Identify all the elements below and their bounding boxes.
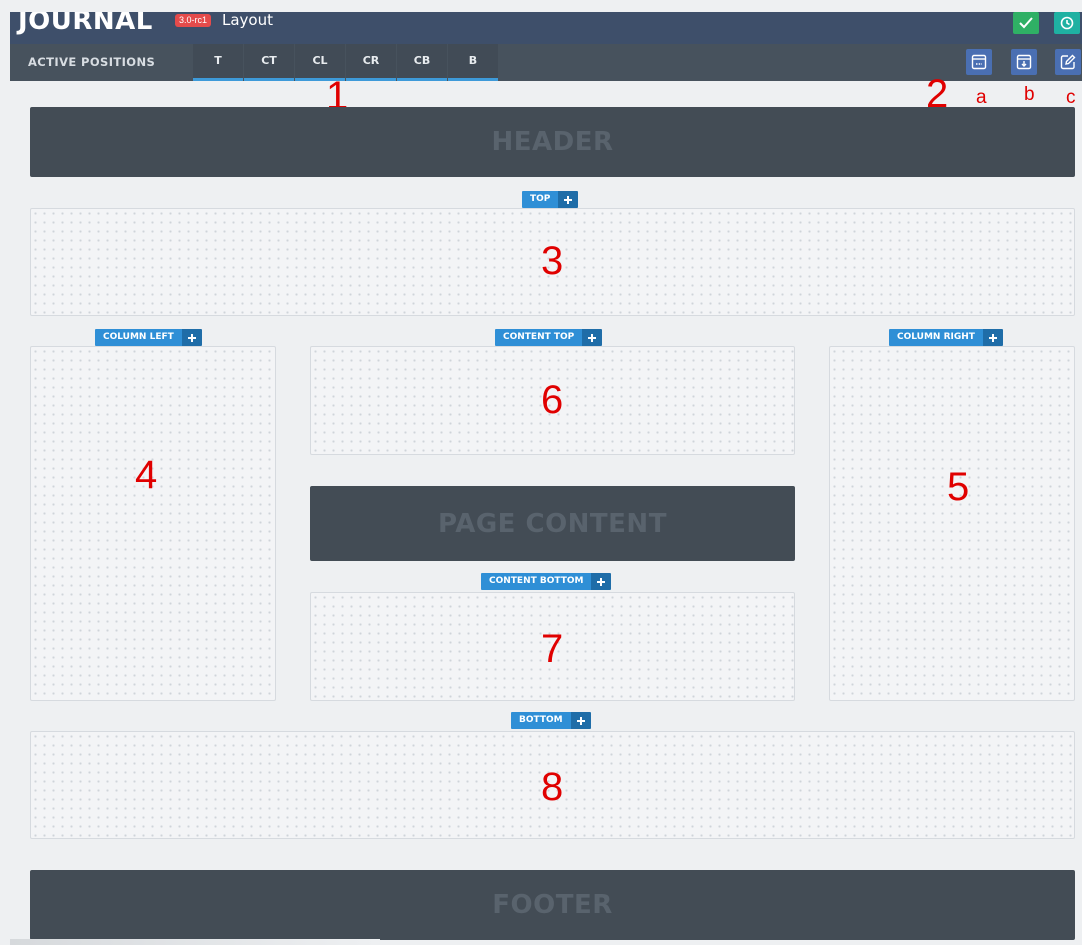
- edit-icon: [1060, 54, 1076, 70]
- layout-icon: [971, 54, 987, 70]
- annotation-4: 4: [135, 453, 158, 497]
- app-logo: JOURNAL: [18, 12, 153, 36]
- page-title: Layout: [222, 12, 273, 29]
- import-button[interactable]: [1011, 49, 1037, 75]
- column-left-label: COLUMN LEFT: [95, 329, 182, 346]
- column-left-zone[interactable]: 4: [30, 346, 276, 701]
- content-top-zone[interactable]: 6: [310, 346, 795, 455]
- bottom-zone[interactable]: 8: [30, 731, 1075, 839]
- column-right-zone[interactable]: 5: [829, 346, 1075, 701]
- annotation-a: a: [976, 87, 987, 108]
- add-top-button[interactable]: [558, 191, 579, 208]
- active-positions-label: ACTIVE POSITIONS: [28, 55, 156, 69]
- column-right-tag: COLUMN RIGHT: [889, 329, 1003, 346]
- tab-ct[interactable]: CT: [244, 44, 294, 81]
- history-icon: [1060, 16, 1074, 30]
- download-icon: [1016, 54, 1032, 70]
- tab-b[interactable]: B: [448, 44, 498, 81]
- content-bottom-label: CONTENT BOTTOM: [481, 573, 592, 590]
- top-zone[interactable]: 3: [30, 208, 1075, 316]
- save-button[interactable]: [1013, 12, 1039, 34]
- content-bottom-zone[interactable]: 7: [310, 592, 795, 701]
- plus-icon: [988, 333, 997, 342]
- check-icon: [1019, 17, 1033, 29]
- content-bottom-tag: CONTENT BOTTOM: [481, 573, 612, 590]
- column-right-label: COLUMN RIGHT: [889, 329, 983, 346]
- footer-label: FOOTER: [492, 890, 613, 920]
- tab-cr[interactable]: CR: [346, 44, 396, 81]
- horizontal-scrollbar[interactable]: [10, 939, 380, 945]
- annotation-c: c: [1066, 87, 1076, 108]
- annotation-5: 5: [947, 465, 970, 509]
- add-content-top-button[interactable]: [582, 329, 603, 346]
- footer-block: FOOTER: [30, 870, 1075, 940]
- plus-icon: [588, 333, 597, 342]
- column-left-tag: COLUMN LEFT: [95, 329, 202, 346]
- annotation-8: 8: [541, 765, 564, 809]
- page-content-label: PAGE CONTENT: [438, 508, 667, 539]
- bottom-zone-label: BOTTOM: [511, 712, 571, 729]
- annotation-6: 6: [541, 378, 564, 422]
- add-content-bottom-button[interactable]: [591, 573, 612, 590]
- version-badge: 3.0-rc1: [175, 14, 212, 27]
- page-content-block: PAGE CONTENT: [310, 486, 795, 561]
- layout-button[interactable]: [966, 49, 992, 75]
- top-zone-label: TOP: [522, 191, 559, 208]
- bottom-zone-tag: BOTTOM: [511, 712, 591, 729]
- content-top-label: CONTENT TOP: [495, 329, 583, 346]
- tab-t[interactable]: T: [193, 44, 243, 81]
- header-block: HEADER: [30, 107, 1075, 177]
- plus-icon: [187, 333, 196, 342]
- plus-icon: [564, 195, 573, 204]
- active-positions-bar: ACTIVE POSITIONS T CT CL CR CB B: [10, 44, 1082, 81]
- annotation-b: b: [1024, 84, 1035, 105]
- plus-icon: [576, 716, 585, 725]
- add-column-right-button[interactable]: [982, 329, 1003, 346]
- tab-cb[interactable]: CB: [397, 44, 447, 81]
- header-label: HEADER: [491, 127, 614, 157]
- history-button[interactable]: [1054, 12, 1080, 34]
- top-zone-tag: TOP: [522, 191, 579, 208]
- plus-icon: [597, 577, 606, 586]
- add-bottom-button[interactable]: [570, 712, 591, 729]
- top-bar: JOURNAL 3.0-rc1 Layout: [10, 12, 1082, 44]
- annotation-7: 7: [541, 627, 564, 671]
- content-top-tag: CONTENT TOP: [495, 329, 603, 346]
- annotation-3: 3: [541, 239, 564, 283]
- add-column-left-button[interactable]: [181, 329, 202, 346]
- edit-button[interactable]: [1055, 49, 1081, 75]
